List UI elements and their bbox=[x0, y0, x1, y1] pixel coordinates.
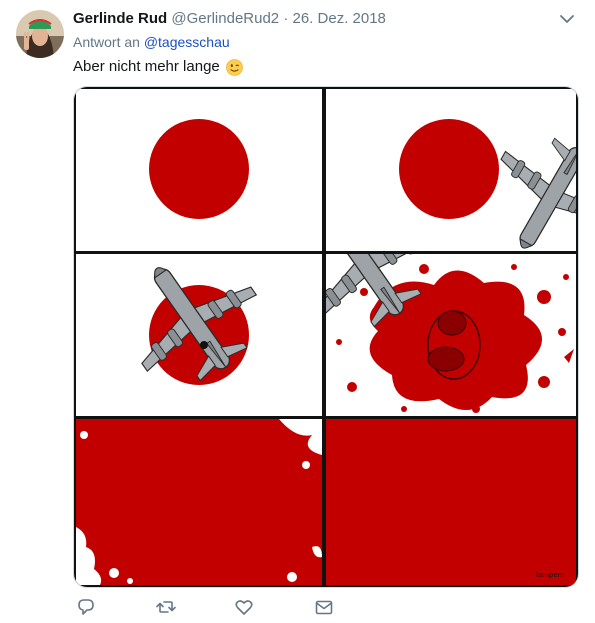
author-name[interactable]: Gerlinde Rud bbox=[73, 10, 167, 27]
winking-face-emoji bbox=[225, 58, 243, 76]
avatar-image bbox=[16, 10, 64, 58]
chevron-down-icon[interactable] bbox=[558, 12, 576, 26]
comic-image: lampem bbox=[74, 87, 578, 587]
tweet-media[interactable]: lampem bbox=[73, 86, 579, 588]
tweet-header: Gerlinde Rud @GerlindeRud2 · 26. Dez. 20… bbox=[73, 10, 386, 28]
comic-panel-3 bbox=[76, 254, 322, 416]
tweet-text: Aber nicht mehr lange bbox=[73, 57, 243, 77]
avatar[interactable] bbox=[16, 10, 64, 58]
author-handle[interactable]: @GerlindeRud2 bbox=[171, 10, 279, 27]
reply-context: Antwort an @tagesschau bbox=[73, 33, 230, 51]
like-icon[interactable] bbox=[233, 596, 255, 618]
comic-panel-2 bbox=[326, 89, 576, 251]
tweet-timestamp[interactable]: 26. Dez. 2018 bbox=[293, 10, 386, 27]
reply-prefix: Antwort an bbox=[73, 34, 140, 50]
comic-panel-5 bbox=[76, 419, 322, 585]
reply-mention-link[interactable]: @tagesschau bbox=[144, 34, 230, 50]
artist-signature: lampem bbox=[536, 571, 565, 579]
retweet-icon[interactable] bbox=[155, 596, 177, 618]
tweet-body: Aber nicht mehr lange bbox=[73, 58, 220, 75]
tweet-actions bbox=[73, 596, 373, 618]
comic-panel-6: lampem bbox=[326, 419, 576, 585]
tweet: Gerlinde Rud @GerlindeRud2 · 26. Dez. 20… bbox=[0, 0, 595, 620]
direct-message-icon[interactable] bbox=[313, 596, 335, 618]
reply-icon[interactable] bbox=[75, 596, 97, 618]
comic-panel-1 bbox=[76, 89, 322, 251]
separator-dot: · bbox=[283, 10, 289, 27]
